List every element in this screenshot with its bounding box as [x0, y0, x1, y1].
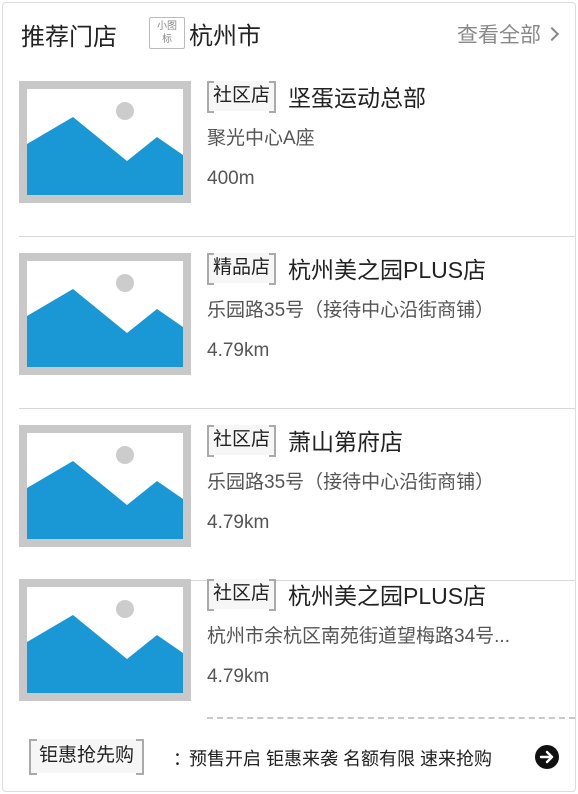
image-placeholder-icon — [27, 587, 183, 693]
store-address: 聚光中心A座 — [207, 128, 315, 149]
city-small-icon: 小图 标 — [149, 17, 185, 49]
store-thumbnail — [19, 253, 191, 375]
store-thumbnail — [19, 579, 191, 701]
store-distance: 400m — [207, 168, 255, 189]
store-item[interactable]: 精品店 杭州美之园PLUS店 乐园路35号（接待中心沿街商铺） 4.79km — [3, 237, 577, 409]
store-distance: 4.79km — [207, 340, 270, 361]
store-info: 社区店 坚蛋运动总部 聚光中心A座 400m — [207, 79, 567, 190]
view-all-label: 查看全部 — [457, 24, 541, 47]
store-type-badge: 社区店 — [207, 425, 277, 457]
store-type-badge: 精品店 — [207, 253, 277, 285]
store-address: 乐园路35号（接待中心沿街商铺） — [207, 300, 495, 321]
chevron-right-icon — [544, 26, 560, 42]
store-name: 杭州美之园PLUS店 — [288, 257, 487, 283]
store-name: 坚蛋运动总部 — [288, 85, 427, 111]
card-header: 推荐门店 小图 标 杭州市 查看全部 — [3, 3, 577, 65]
image-placeholder-icon — [27, 433, 183, 539]
image-placeholder-icon — [27, 89, 183, 195]
store-distance: 4.79km — [207, 512, 270, 533]
recommended-stores-card: 推荐门店 小图 标 杭州市 查看全部 社区店 坚蛋运动总部 聚光中心A座 400… — [2, 2, 576, 792]
image-placeholder-icon — [27, 261, 183, 367]
store-name: 萧山第府店 — [288, 429, 404, 455]
store-item[interactable]: 社区店 杭州美之园PLUS店 杭州市余杭区南苑街道望梅路34号... 4.79k… — [3, 563, 577, 719]
store-item[interactable]: 社区店 坚蛋运动总部 聚光中心A座 400m — [3, 65, 577, 237]
promo-text: 预售开启 钜惠来袭 名额有限 速来抢购 — [189, 749, 493, 769]
store-info: 社区店 萧山第府店 乐园路35号（接待中心沿街商铺） 4.79km — [207, 423, 567, 534]
city-selector[interactable]: 杭州市 — [189, 16, 261, 51]
promo-bar[interactable]: 钜惠抢先购 ： 预售开启 钜惠来袭 名额有限 速来抢购 — [3, 719, 577, 791]
store-distance: 4.79km — [207, 666, 270, 687]
store-address: 杭州市余杭区南苑街道望梅路34号... — [207, 626, 510, 647]
store-address: 乐园路35号（接待中心沿街商铺） — [207, 472, 495, 493]
store-name: 杭州美之园PLUS店 — [288, 583, 487, 609]
store-item[interactable]: 社区店 萧山第府店 乐园路35号（接待中心沿街商铺） 4.79km — [3, 409, 577, 581]
view-all-link[interactable]: 查看全部 — [457, 19, 560, 49]
store-info: 精品店 杭州美之园PLUS店 乐园路35号（接待中心沿街商铺） 4.79km — [207, 251, 567, 362]
store-thumbnail — [19, 81, 191, 203]
arrow-circle-right-icon[interactable] — [535, 745, 559, 769]
store-info: 社区店 杭州美之园PLUS店 杭州市余杭区南苑街道望梅路34号... 4.79k… — [207, 577, 567, 688]
promo-tag: 钜惠抢先购 — [29, 739, 145, 775]
city-tag-text-1: 小图 — [157, 21, 177, 32]
section-title: 推荐门店 — [21, 24, 117, 51]
store-type-badge: 社区店 — [207, 579, 277, 611]
city-tag-text-2: 标 — [162, 34, 172, 45]
store-type-badge: 社区店 — [207, 81, 277, 113]
store-thumbnail — [19, 425, 191, 547]
